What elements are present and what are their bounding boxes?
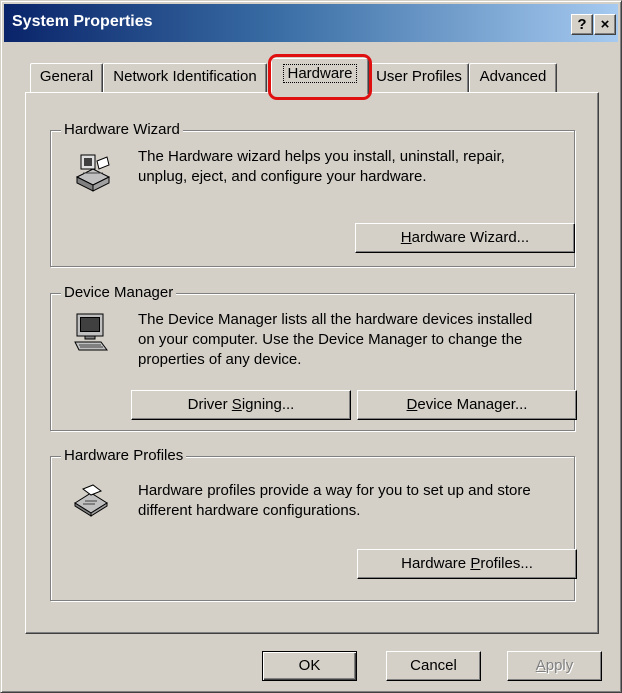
hardware-wizard-text-2: unplug, eject, and configure your hardwa… [138,168,427,185]
hardware-profiles-icon [71,483,111,521]
window-title: System Properties [12,13,153,30]
hardware-wizard-description: The Hardware wizard helps you install, u… [138,147,505,187]
tab-general[interactable]: General [30,63,103,93]
btn-pre: Driver [187,396,232,413]
hardware-wizard-button[interactable]: Hardware Wizard... [355,223,575,253]
system-properties-window: System Properties ? × General Network Id… [0,0,622,693]
tab-highlight-annotation [268,54,372,100]
device-manager-button[interactable]: Device Manager... [357,390,577,420]
device-manager-text-1: The Device Manager lists all the hardwar… [138,311,533,328]
hardware-profiles-group: Hardware Profiles Hardware profiles prov… [50,446,577,601]
tab-network-identification[interactable]: Network Identification [103,63,267,93]
help-button[interactable]: ? [571,14,593,35]
hardware-profiles-text-2: different hardware configurations. [138,502,361,519]
btn-accel: D [406,396,418,413]
hardware-wizard-text-1: The Hardware wizard helps you install, u… [138,148,505,165]
hardware-wizard-group: Hardware Wizard The Hardware wizard help… [50,120,575,267]
ok-button[interactable]: OK [262,651,357,681]
hardware-profiles-group-title: Hardware Profiles [61,446,187,466]
hardware-profiles-button[interactable]: Hardware Profiles... [357,549,577,579]
computer-icon [71,312,111,356]
hardware-wizard-group-title: Hardware Wizard [61,120,183,140]
hardware-wizard-icon [71,151,115,199]
btn-accel: H [400,229,412,246]
hardware-tab-panel: Hardware Wizard The Hardware wizard help… [25,92,599,634]
btn-post: igning... [241,396,295,413]
device-manager-text-3: properties of any device. [138,351,302,368]
btn-accel: A [535,657,546,674]
btn-post: rofiles... [480,555,533,572]
btn-post: pply [545,657,574,674]
hardware-profiles-text-1: Hardware profiles provide a way for you … [138,482,531,499]
device-manager-group: Device Manager The Device Manager lists … [50,283,577,431]
btn-accel: P [470,555,481,572]
cancel-button[interactable]: Cancel [386,651,481,681]
device-manager-text-2: on your computer. Use the Device Manager… [138,331,523,348]
hardware-profiles-description: Hardware profiles provide a way for you … [138,481,531,521]
tab-advanced[interactable]: Advanced [469,63,557,93]
btn-post: ardware Wizard... [411,229,530,246]
apply-button[interactable]: Apply [507,651,602,681]
driver-signing-button[interactable]: Driver Signing... [131,390,351,420]
close-button[interactable]: × [594,14,616,35]
device-manager-description: The Device Manager lists all the hardwar… [138,310,532,370]
btn-accel: S [231,396,242,413]
title-bar[interactable]: System Properties ? × [4,4,618,42]
btn-pre: Hardware [401,555,471,572]
device-manager-group-title: Device Manager [61,283,177,303]
btn-post: evice Manager... [417,396,528,413]
tab-user-profiles[interactable]: User Profiles [369,63,469,93]
